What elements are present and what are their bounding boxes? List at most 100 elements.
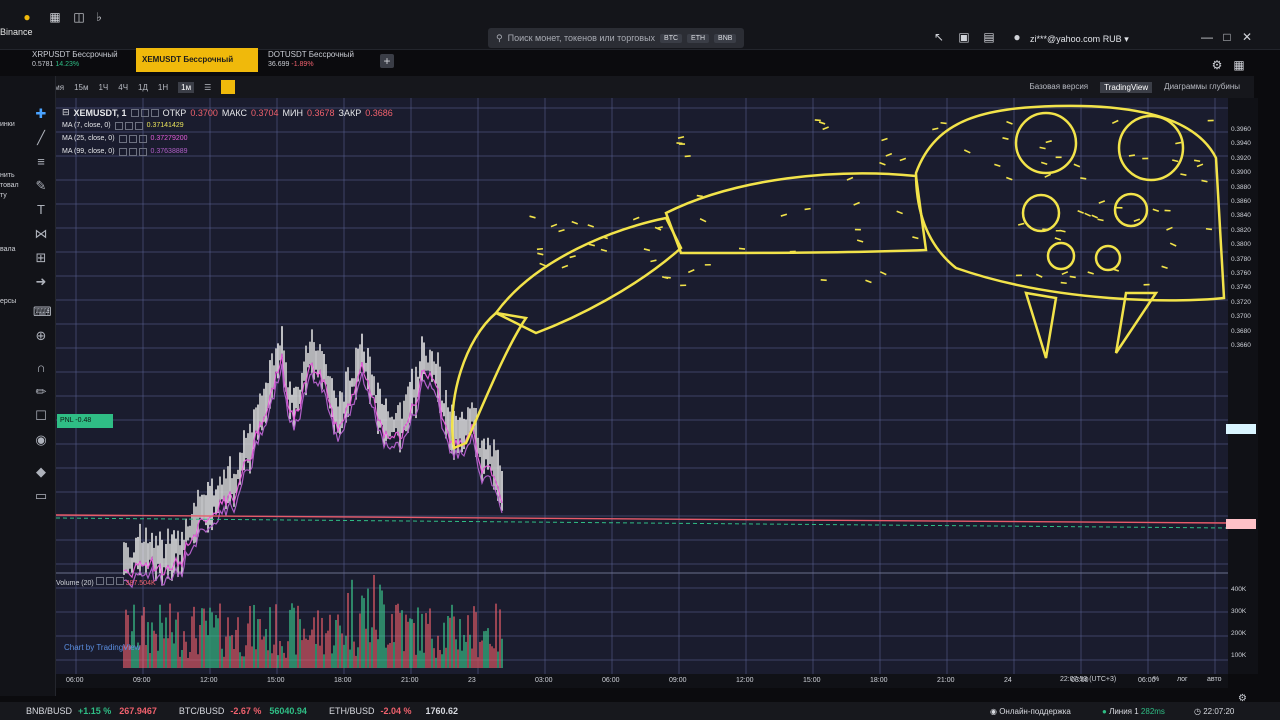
- ticker-pair[interactable]: ETH/BUSD: [329, 706, 375, 716]
- drawing-texture: [1205, 227, 1213, 231]
- drawing-texture: [699, 218, 707, 223]
- timeframe-15m[interactable]: 15м: [74, 83, 88, 92]
- percent-toggle[interactable]: %: [1153, 676, 1159, 683]
- timeframe-selected[interactable]: 1м: [178, 81, 195, 93]
- drawing-texture: [780, 213, 788, 217]
- chart-canvas[interactable]: [56, 98, 1228, 674]
- ma7-value: 0.37141429: [146, 122, 184, 129]
- layers-icon[interactable]: ◆: [33, 464, 49, 480]
- fib-icon[interactable]: ≡: [33, 154, 49, 170]
- ticker-price: 56040.94: [269, 706, 307, 716]
- chevron-down-icon: ▾: [1124, 34, 1129, 44]
- drawing-texture: [1017, 222, 1025, 226]
- ticker-change: -2.67 %: [230, 706, 262, 716]
- search-pill-btc[interactable]: BTC: [660, 33, 683, 43]
- copy-icon[interactable]: ◫: [72, 10, 86, 24]
- notification-icon[interactable]: ♭: [92, 10, 106, 24]
- drawing-texture: [1054, 237, 1062, 241]
- ma-controls[interactable]: [118, 147, 147, 156]
- time-tick: 12:00: [200, 677, 218, 684]
- trendline-icon[interactable]: ╱: [33, 130, 49, 146]
- collapse-icon[interactable]: ⊟: [62, 107, 70, 118]
- ruler-icon[interactable]: ⌨: [33, 304, 52, 320]
- drawing-texture: [1152, 208, 1160, 213]
- drawing-texture: [1111, 119, 1119, 125]
- user-icon[interactable]: ●: [1010, 30, 1024, 44]
- magnet-icon[interactable]: ∩: [33, 360, 49, 376]
- price-axis[interactable]: 0.3960 0.3940 0.3920 0.3900 0.3880 0.3860 0.38…: [1228, 98, 1258, 674]
- drawing-texture: [1193, 159, 1201, 163]
- legend-controls[interactable]: [130, 108, 159, 117]
- drawing-texture: [1006, 120, 1013, 125]
- timeframe-1w[interactable]: 1Н: [158, 83, 168, 92]
- wallet-icon[interactable]: ▣: [957, 30, 971, 44]
- pattern-icon[interactable]: ⋈: [33, 226, 49, 242]
- ma99-label: MA (99, close, 0): [62, 148, 115, 155]
- brand-logo-text[interactable]: Binance: [0, 27, 33, 37]
- eye-icon[interactable]: ◉: [33, 432, 49, 448]
- minimize-icon[interactable]: —: [1200, 30, 1214, 44]
- orders-icon[interactable]: ▤: [982, 30, 996, 44]
- currency-selector[interactable]: RUB: [1103, 34, 1122, 44]
- view-basic[interactable]: Базовая версия: [1029, 82, 1088, 93]
- timeframe-1h[interactable]: 1Ч: [98, 83, 108, 92]
- arrow-left-icon[interactable]: ➜: [33, 274, 49, 290]
- ticker-pair[interactable]: BTC/BUSD: [179, 706, 225, 716]
- account-menu[interactable]: zi***@yahoo.com RUB ▾: [1030, 34, 1129, 45]
- view-tradingview[interactable]: TradingView: [1100, 82, 1153, 93]
- low-label: МИН: [282, 107, 303, 118]
- indicators-icon[interactable]: ☰: [204, 83, 211, 92]
- search-pill-bnb[interactable]: BNB: [714, 33, 737, 43]
- time-axis[interactable]: 06:00 09:00 12:00 15:00 18:00 21:00 23 03:00 06:…: [56, 674, 1228, 688]
- bell-icon[interactable]: ●: [20, 10, 34, 24]
- open-value: 0.3700: [190, 107, 218, 118]
- volume-label: Volume (20): [56, 580, 94, 587]
- maximize-icon[interactable]: □: [1220, 30, 1234, 44]
- current-price-tag: [1226, 424, 1256, 434]
- pencil-lock-icon[interactable]: ✏: [33, 384, 49, 400]
- drawing-texture: [1172, 159, 1179, 163]
- ticker-price: 267.9467: [119, 706, 157, 716]
- auto-toggle[interactable]: авто: [1207, 676, 1221, 683]
- tradingview-credit[interactable]: Chart by TradingView: [64, 643, 140, 652]
- ma-controls[interactable]: [118, 134, 147, 143]
- measure-icon[interactable]: ⊞: [33, 250, 49, 266]
- ticker-pair[interactable]: BNB/BUSD: [26, 706, 72, 716]
- tab-change: -1.89%: [291, 61, 314, 68]
- low-value: 0.3678: [307, 107, 335, 118]
- pnl-badge[interactable]: PNL -0.48: [57, 414, 113, 428]
- search-input[interactable]: ⚲ Поиск монет, токенов или торговых BTC …: [488, 28, 744, 48]
- log-toggle[interactable]: лог: [1177, 676, 1188, 683]
- drawing-texture: [1080, 177, 1087, 180]
- add-tab-icon[interactable]: +: [380, 54, 394, 68]
- timeframe-4h[interactable]: 4Ч: [118, 83, 128, 92]
- price-chart[interactable]: [56, 98, 1228, 674]
- text-icon[interactable]: T: [33, 202, 49, 218]
- settings-icon[interactable]: ⚙: [1210, 58, 1224, 72]
- tab-xemusdt[interactable]: XEMUSDT Бессрочный: [136, 48, 258, 72]
- tab-xrpusdt[interactable]: XRPUSDT Бессрочный 0.5781 14.23%: [26, 48, 136, 72]
- volume-value: 387.504K: [125, 580, 156, 587]
- brush-icon[interactable]: ✎: [33, 178, 49, 194]
- close-icon[interactable]: ✕: [1240, 30, 1254, 44]
- zoom-in-icon[interactable]: ⊕: [33, 328, 49, 344]
- volume-controls[interactable]: [95, 577, 124, 585]
- tab-dotusdt[interactable]: DOTUSDT Бессрочный 36.699 -1.89%: [262, 48, 372, 72]
- lock-icon[interactable]: ☐: [33, 408, 49, 424]
- support-link[interactable]: ◉ Онлайн-поддержка: [990, 707, 1071, 716]
- view-depth[interactable]: Диаграммы глубины: [1164, 82, 1240, 93]
- price-tick: 0.3680: [1231, 327, 1251, 335]
- trash-icon[interactable]: ▭: [33, 488, 49, 504]
- search-icon: ⚲: [496, 32, 503, 43]
- ma-controls[interactable]: [114, 121, 143, 130]
- layout-icon[interactable]: ▦: [1232, 58, 1246, 72]
- apps-icon[interactable]: ▦: [48, 10, 62, 24]
- drawing-texture: [1196, 163, 1204, 168]
- top-bar: Binance ⚲ Поиск монет, токенов или торго…: [0, 0, 1280, 50]
- highlight-icon[interactable]: [221, 80, 236, 94]
- drawing-texture: [1045, 140, 1052, 144]
- timeframe-1d[interactable]: 1Д: [138, 83, 148, 92]
- crosshair-icon[interactable]: ✚: [33, 106, 49, 122]
- line-label: Линия 1: [1109, 706, 1139, 716]
- search-pill-eth[interactable]: ETH: [687, 33, 710, 43]
